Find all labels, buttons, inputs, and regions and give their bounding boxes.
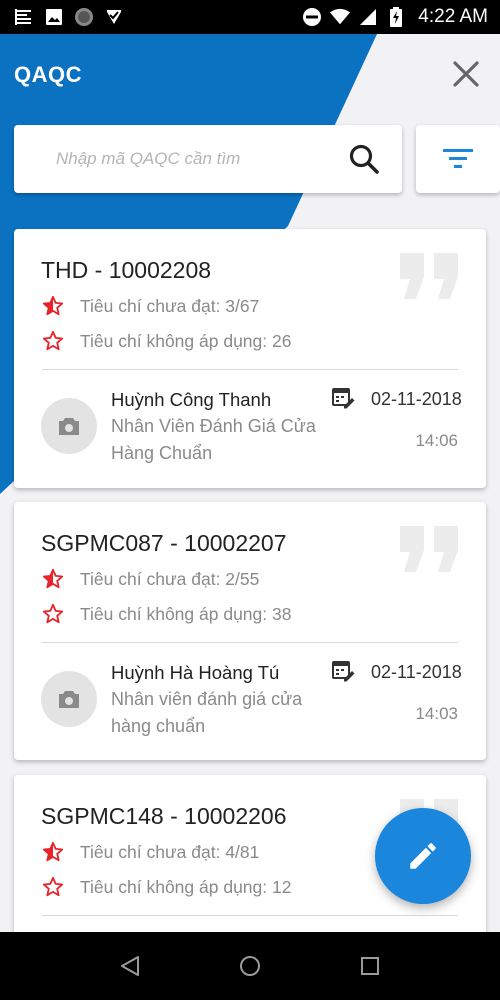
close-button[interactable] <box>448 56 484 92</box>
image-notification-icon <box>44 7 64 27</box>
edit-calendar-icon <box>332 388 355 409</box>
user-role: Nhân Viên Đánh Giá Cửa Hàng Chuẩn <box>111 416 316 463</box>
battery-charging-icon <box>386 7 406 27</box>
qaqc-card[interactable]: THD - 10002208 Tiêu chí chưa đạt: 3/67 T… <box>14 229 486 488</box>
qaqc-card[interactable]: SGPMC087 - 10002207 Tiêu chí chưa đạt: 2… <box>14 502 486 760</box>
quote-icon <box>400 526 458 572</box>
star-outline-icon <box>42 330 64 351</box>
close-icon <box>453 61 479 87</box>
filter-icon <box>443 149 473 168</box>
quote-icon <box>400 253 458 299</box>
camera-icon <box>59 691 79 708</box>
criteria-na-label: Tiêu chí không áp dụng: 26 <box>80 330 292 351</box>
card-divider <box>42 642 458 643</box>
criteria-failed-label: Tiêu chí chưa đạt: 4/81 <box>80 841 260 862</box>
card-divider <box>42 915 458 916</box>
edit-calendar-icon <box>332 661 355 682</box>
status-time: 4:22 AM <box>418 6 488 27</box>
user-role: Nhân viên đánh giá cửa hàng chuẩn <box>111 689 303 736</box>
card-divider <box>42 369 458 370</box>
tick-notification-icon <box>104 7 124 27</box>
menu-notification-icon <box>14 7 34 27</box>
card-code: THD - 10002208 <box>41 257 212 283</box>
search-box <box>14 125 402 193</box>
criteria-failed-label: Tiêu chí chưa đạt: 2/55 <box>80 568 260 589</box>
avatar <box>41 671 97 727</box>
status-bar: 4:22 AM <box>0 0 500 34</box>
card-code: SGPMC148 - 10002206 <box>41 803 287 829</box>
search-button[interactable] <box>344 139 384 179</box>
signal-icon <box>358 7 378 27</box>
criteria-failed: Tiêu chí chưa đạt: 2/55 <box>42 568 259 590</box>
search-icon <box>349 144 379 174</box>
camera-icon <box>59 418 79 435</box>
avatar <box>41 398 97 454</box>
recents-square-icon <box>361 957 379 975</box>
app-title: QAQC <box>14 62 82 87</box>
user-name: Huỳnh Hà Hoàng Tú <box>111 662 280 683</box>
star-half-icon <box>42 841 64 862</box>
navigation-bar <box>0 932 500 1000</box>
star-half-icon <box>42 568 64 589</box>
star-outline-icon <box>42 876 64 897</box>
criteria-failed: Tiêu chí chưa đạt: 3/67 <box>42 295 259 317</box>
pencil-icon <box>410 843 436 869</box>
criteria-failed: Tiêu chí chưa đạt: 4/81 <box>42 841 259 863</box>
recents-nav-button[interactable] <box>350 946 390 986</box>
star-half-icon <box>42 295 64 316</box>
card-date: 02-11-2018 <box>371 662 462 682</box>
home-circle-icon <box>240 956 260 976</box>
create-fab-button[interactable] <box>375 808 471 904</box>
user-name: Huỳnh Công Thanh <box>111 389 272 410</box>
criteria-not-applicable: Tiêu chí không áp dụng: 38 <box>42 603 291 625</box>
home-nav-button[interactable] <box>230 946 270 986</box>
back-triangle-icon <box>121 956 139 976</box>
card-time: 14:06 <box>415 431 458 450</box>
record-notification-icon <box>74 7 94 27</box>
criteria-not-applicable: Tiêu chí không áp dụng: 26 <box>42 330 291 352</box>
criteria-failed-label: Tiêu chí chưa đạt: 3/67 <box>80 295 260 316</box>
criteria-not-applicable: Tiêu chí không áp dụng: 12 <box>42 876 291 898</box>
criteria-na-label: Tiêu chí không áp dụng: 12 <box>80 876 292 897</box>
dnd-icon <box>302 7 322 27</box>
card-time: 14:03 <box>415 704 458 723</box>
star-outline-icon <box>42 603 64 624</box>
card-date: 02-11-2018 <box>371 389 462 409</box>
search-input[interactable] <box>54 148 344 170</box>
back-nav-button[interactable] <box>110 946 150 986</box>
wifi-icon <box>330 7 351 27</box>
filter-button[interactable] <box>416 125 500 193</box>
card-code: SGPMC087 - 10002207 <box>41 530 287 556</box>
criteria-na-label: Tiêu chí không áp dụng: 38 <box>80 603 292 624</box>
